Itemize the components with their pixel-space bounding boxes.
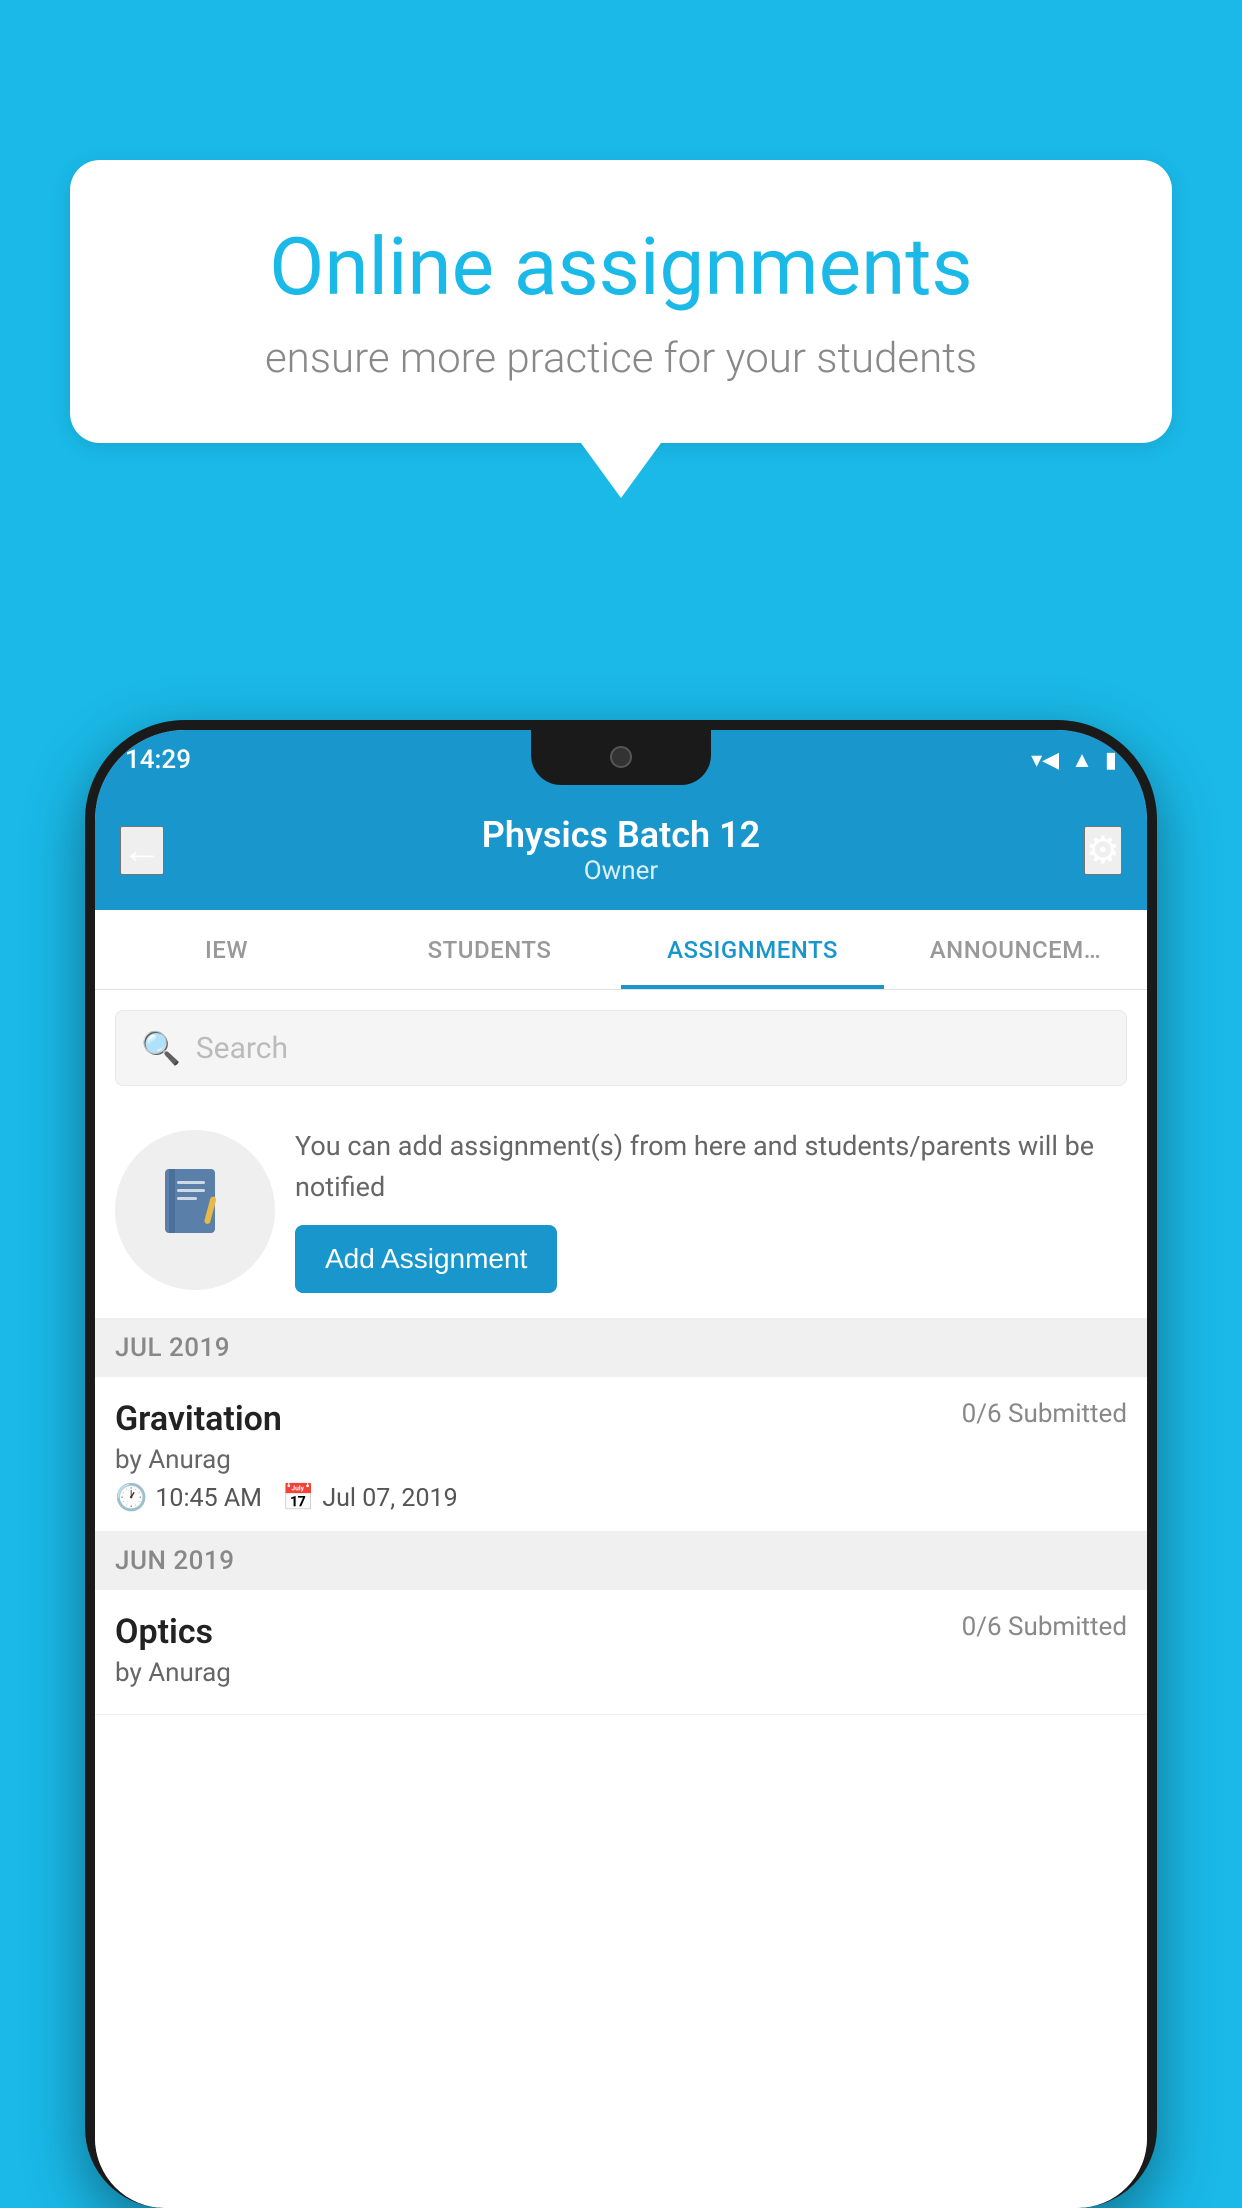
- front-camera: [610, 746, 632, 768]
- assignment-submitted: 0/6 Submitted: [962, 1612, 1127, 1642]
- promo-icon-circle: [115, 1130, 275, 1290]
- tab-assignments[interactable]: ASSIGNMENTS: [621, 910, 884, 989]
- phone-notch: [531, 730, 711, 785]
- calendar-icon: 📅: [282, 1483, 314, 1513]
- section-header-jun2019: JUN 2019: [95, 1532, 1147, 1590]
- add-assignment-button[interactable]: Add Assignment: [295, 1225, 557, 1293]
- table-row[interactable]: Optics 0/6 Submitted by Anurag: [95, 1590, 1147, 1715]
- clock-icon: 🕐: [115, 1483, 147, 1513]
- section-header-jul2019: JUL 2019: [95, 1319, 1147, 1377]
- status-icons: ▾◀ ▲ ▮: [1031, 747, 1117, 773]
- promo-content: You can add assignment(s) from here and …: [295, 1126, 1127, 1293]
- promo-text: You can add assignment(s) from here and …: [295, 1126, 1127, 1207]
- assignment-author: by Anurag: [115, 1445, 1127, 1475]
- speech-bubble: Online assignments ensure more practice …: [70, 160, 1172, 443]
- assignment-time: 🕐 10:45 AM: [115, 1483, 262, 1513]
- assignment-time-value: 10:45 AM: [155, 1484, 262, 1513]
- assignment-row-header: Gravitation 0/6 Submitted: [115, 1399, 1127, 1439]
- phone-frame: 14:29 ▾◀ ▲ ▮ ← Physics Batch 12 Owner ⚙ …: [85, 720, 1157, 2208]
- wifi-icon: ▾◀: [1031, 748, 1059, 773]
- speech-bubble-tail: [581, 443, 661, 498]
- signal-icon: ▲: [1071, 747, 1093, 773]
- back-button[interactable]: ←: [120, 826, 164, 875]
- speech-bubble-container: Online assignments ensure more practice …: [70, 160, 1172, 498]
- tabs-bar: IEW STUDENTS ASSIGNMENTS ANNOUNCEM…: [95, 910, 1147, 990]
- battery-icon: ▮: [1105, 748, 1117, 773]
- search-bar[interactable]: 🔍 Search: [115, 1010, 1127, 1086]
- add-assignment-promo: You can add assignment(s) from here and …: [95, 1101, 1147, 1319]
- search-placeholder: Search: [196, 1031, 288, 1066]
- assignment-name: Gravitation: [115, 1399, 282, 1439]
- assignment-author: by Anurag: [115, 1658, 1127, 1688]
- assignment-submitted: 0/6 Submitted: [962, 1399, 1127, 1429]
- tab-students[interactable]: STUDENTS: [358, 910, 621, 989]
- tab-iew[interactable]: IEW: [95, 910, 358, 989]
- assignment-name: Optics: [115, 1612, 213, 1652]
- table-row[interactable]: Gravitation 0/6 Submitted by Anurag 🕐 10…: [95, 1377, 1147, 1532]
- header-title-block: Physics Batch 12 Owner: [482, 814, 760, 886]
- header-title: Physics Batch 12: [482, 814, 760, 856]
- speech-bubble-subtitle: ensure more practice for your students: [140, 334, 1102, 383]
- app-header: ← Physics Batch 12 Owner ⚙: [95, 790, 1147, 910]
- assignment-date: 📅 Jul 07, 2019: [282, 1483, 458, 1513]
- header-subtitle: Owner: [482, 856, 760, 886]
- status-time: 14:29: [125, 745, 191, 775]
- assignment-date-value: Jul 07, 2019: [322, 1484, 457, 1513]
- settings-button[interactable]: ⚙: [1084, 826, 1122, 875]
- search-icon: 🔍: [141, 1029, 181, 1067]
- phone-inner: 14:29 ▾◀ ▲ ▮ ← Physics Batch 12 Owner ⚙ …: [95, 730, 1147, 2208]
- assignment-meta: 🕐 10:45 AM 📅 Jul 07, 2019: [115, 1483, 1127, 1513]
- content-area: 🔍 Search: [95, 990, 1147, 2208]
- tab-announcements[interactable]: ANNOUNCEM…: [884, 910, 1147, 989]
- assignment-row-header: Optics 0/6 Submitted: [115, 1612, 1127, 1652]
- notebook-icon: [155, 1161, 235, 1259]
- speech-bubble-title: Online assignments: [140, 220, 1102, 314]
